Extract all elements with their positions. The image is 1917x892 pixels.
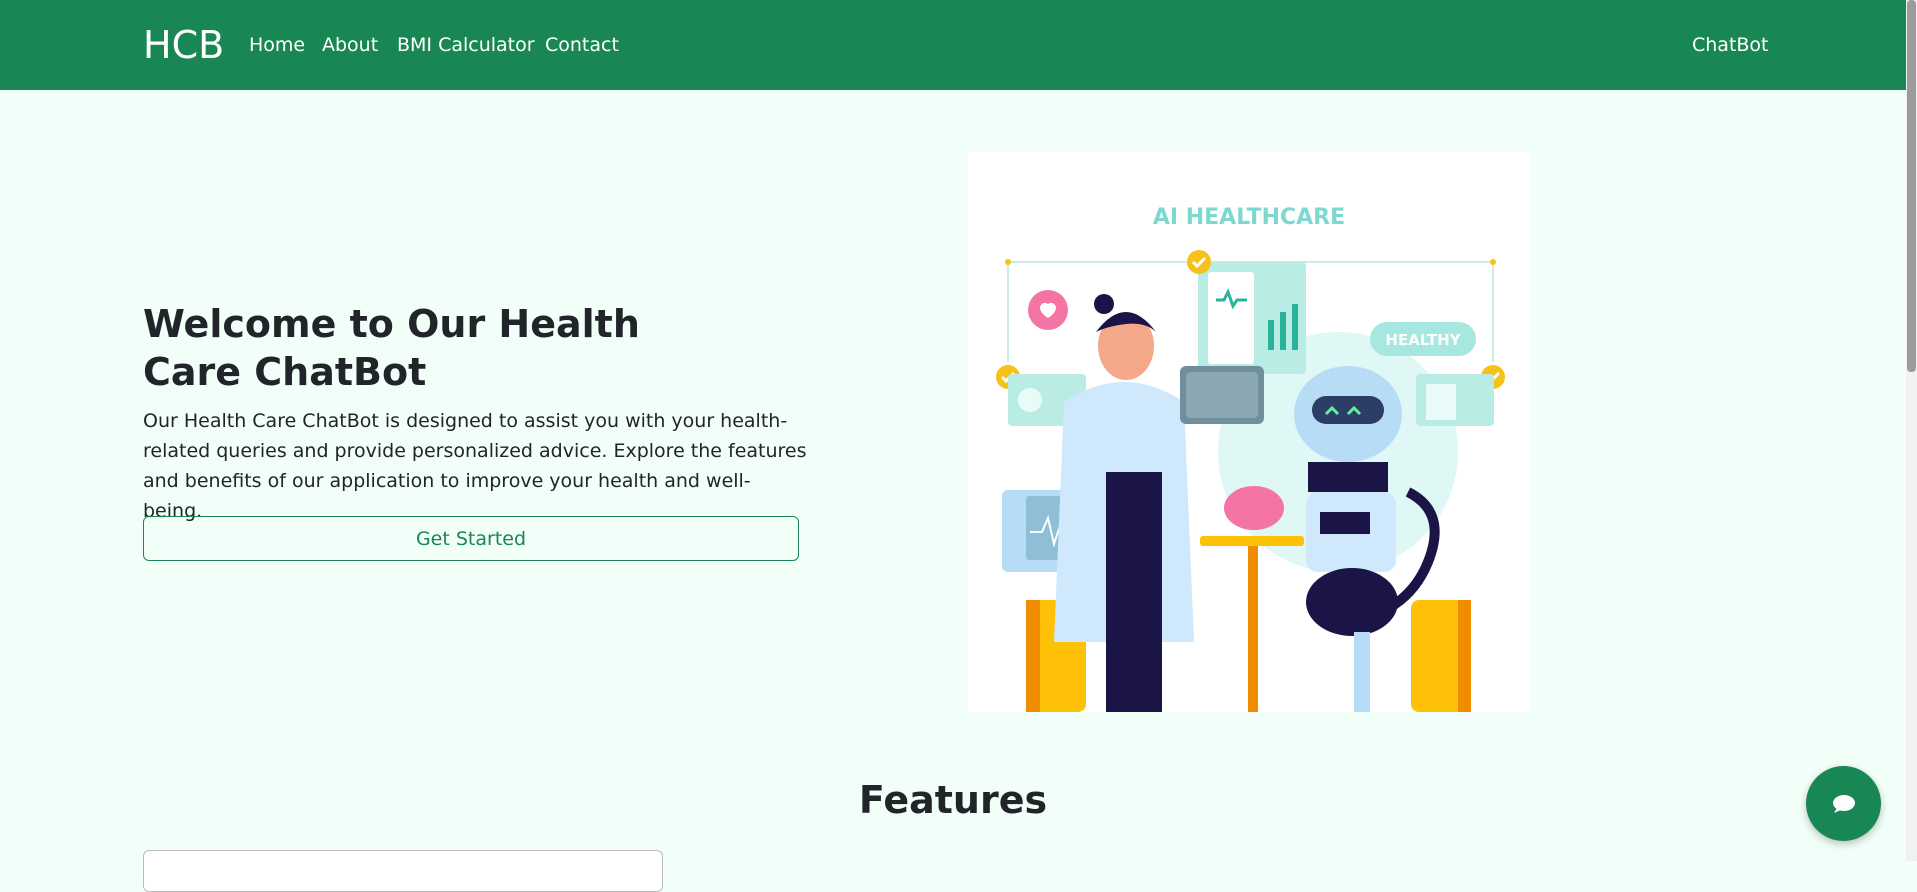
nav-link-contact[interactable]: Contact	[545, 33, 619, 57]
brand-logo[interactable]: HCB	[143, 22, 224, 68]
nav-link-about[interactable]: About	[322, 33, 378, 57]
feature-card	[143, 850, 663, 892]
get-started-button[interactable]: Get Started	[143, 516, 799, 561]
hero-description: Our Health Care ChatBot is designed to a…	[143, 410, 807, 522]
navbar: HCB Home About BMI Calculator Contact Ch…	[0, 0, 1906, 90]
illustration-heading: AI HEALTHCARE	[1153, 205, 1345, 230]
nav-link-chatbot[interactable]: ChatBot	[1692, 33, 1769, 57]
nav-link-bmi-calculator[interactable]: BMI Calculator	[397, 33, 535, 57]
chat-fab-button[interactable]	[1806, 766, 1881, 841]
features-heading: Features	[858, 778, 1048, 822]
chat-bubble-icon	[1832, 794, 1855, 813]
hero-title: Welcome to Our Health Care ChatBot	[143, 302, 640, 394]
ai-healthcare-illustration: AI HEALTHCARE HEALTHY	[996, 205, 1505, 712]
hero-illustration: AI HEALTHCARE HEALTHY	[968, 152, 1530, 712]
healthy-badge: HEALTHY	[1385, 331, 1461, 349]
nav-link-home[interactable]: Home	[249, 33, 305, 57]
scrollbar-thumb[interactable]	[1907, 0, 1916, 372]
